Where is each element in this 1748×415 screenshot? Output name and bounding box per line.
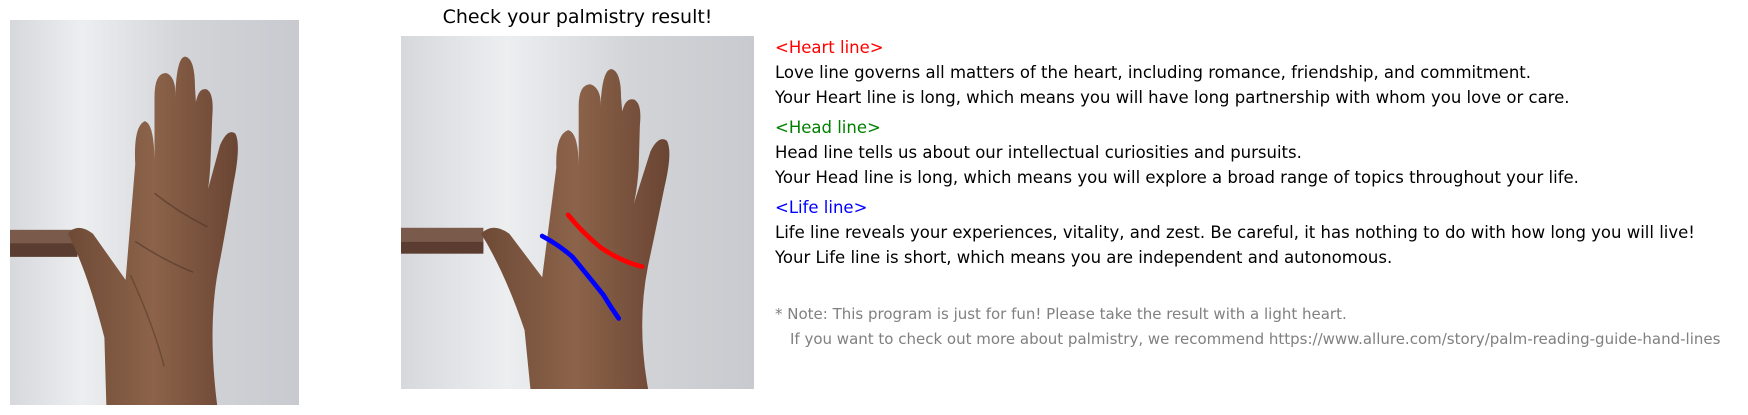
heart-line-description: Love line governs all matters of the hea… xyxy=(775,63,1531,82)
original-palm-photo xyxy=(10,20,299,405)
head-line-result: Your Head line is long, which means you … xyxy=(775,168,1579,187)
heart-line-heading: <Heart line> xyxy=(775,38,884,57)
life-line-heading: <Life line> xyxy=(775,198,868,217)
palmistry-reference-note: If you want to check out more about palm… xyxy=(790,330,1721,348)
head-line-description: Head line tells us about our intellectua… xyxy=(775,143,1302,162)
life-line-result: Your Life line is short, which means you… xyxy=(775,248,1393,267)
result-palm-photo xyxy=(401,36,754,389)
heart-line-result: Your Heart line is long, which means you… xyxy=(775,88,1570,107)
head-line-heading: <Head line> xyxy=(775,118,881,137)
life-line-description: Life line reveals your experiences, vita… xyxy=(775,223,1695,242)
disclaimer-note: * Note: This program is just for fun! Pl… xyxy=(775,305,1347,323)
result-title: Check your palmistry result! xyxy=(442,6,713,28)
